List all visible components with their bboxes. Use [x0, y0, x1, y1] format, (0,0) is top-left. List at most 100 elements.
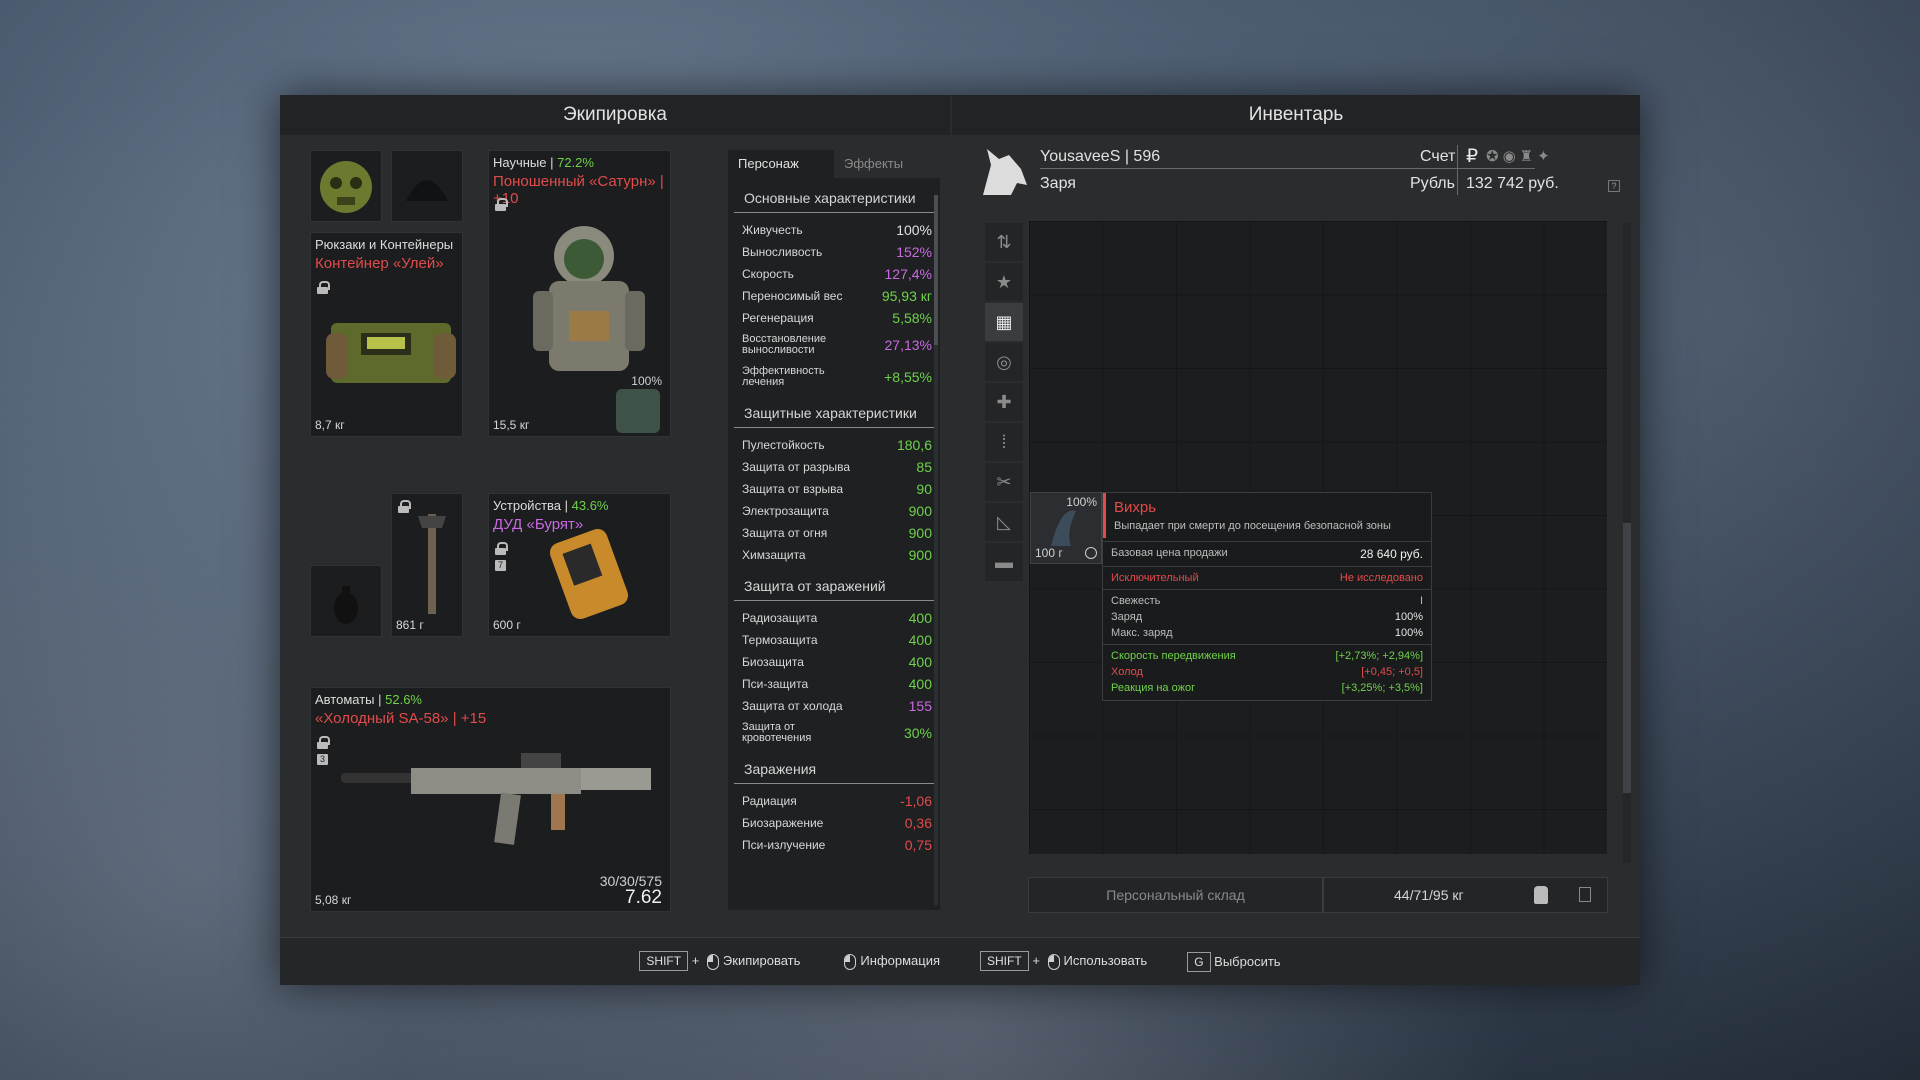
stat-value: -1,06 [900, 793, 932, 809]
tooltip-rarity: Исключительный [1111, 572, 1199, 584]
rifle-caliber: 7.62 [625, 887, 662, 908]
ruble-icon[interactable]: ₽ [1466, 145, 1478, 168]
tooltip-charge-row: Заряд 100% [1103, 609, 1431, 625]
inventory-window: Экипировка Инвентарь Рюкзаки и Контейнер… [280, 95, 1640, 985]
artifact-icon[interactable]: ◎ [985, 343, 1023, 381]
player-faction: Заря [1040, 175, 1076, 192]
stat-label: Скорость [742, 267, 794, 281]
stat-label: Радиация [742, 794, 797, 808]
stat-label: Биозащита [742, 655, 804, 669]
lock-icon [495, 198, 508, 211]
face-slot[interactable] [310, 150, 382, 222]
stat-row: Пулестойкость 180,6 [728, 434, 940, 456]
medkit-icon[interactable]: ✚ [985, 383, 1023, 421]
tab-character[interactable]: Персонаж [728, 150, 834, 178]
tooltip-description: Выпадает при смерти до посещения безопас… [1114, 520, 1391, 532]
lock-icon [317, 281, 330, 294]
detector-icon [549, 528, 629, 620]
plus-sign: + [1032, 953, 1040, 969]
stat-value: 900 [908, 503, 932, 519]
currency-icons[interactable]: ✪◉♜✦ [1486, 147, 1554, 165]
tools-icon[interactable]: ✂ [985, 463, 1023, 501]
divider [1457, 145, 1458, 195]
stat-row: Биозащита 400 [728, 651, 940, 673]
currency-label: Рубль [1410, 175, 1455, 192]
backpack-weight: 8,7 кг [315, 418, 345, 432]
inventory-scrollbar[interactable] [1623, 223, 1631, 863]
materials-icon[interactable]: ◺ [985, 503, 1023, 541]
melee-weight: 861 г [396, 618, 424, 632]
helmet-icon [406, 180, 448, 201]
item-durability: 100% [1066, 495, 1097, 509]
shift-key: SHIFT [980, 951, 1029, 972]
stat-row: Радиация -1,06 [728, 790, 940, 812]
armor-module-icon [616, 389, 660, 433]
stat-label: Защита от холода [742, 699, 843, 713]
tooltip-effect-label: Скорость передвижения [1111, 650, 1236, 662]
rifle-category: Автоматы [315, 692, 375, 707]
grenade-icon [334, 586, 358, 624]
tooltip-charge-label: Заряд [1111, 611, 1143, 623]
hint-info: Информация [840, 953, 940, 970]
mouse-left-icon [706, 953, 719, 970]
armor-name: Поношенный «Сатурн» | +10 [493, 173, 664, 207]
rifle-name: «Холодный SA-58» | +15 [315, 710, 487, 727]
sort-icon[interactable]: ⇅ [985, 223, 1023, 261]
stat-row: Регенерация 5,58% [728, 307, 940, 329]
account-label: Счет [1420, 148, 1456, 165]
stat-row: Живучесть 100% [728, 219, 940, 241]
help-icon[interactable]: ? [1608, 180, 1620, 192]
stats-scrollbar[interactable] [934, 195, 938, 905]
stat-label: Выносливость [742, 245, 823, 259]
armor-category-line: Научные | 72.2% [493, 155, 594, 170]
tab-effects[interactable]: Эффекты [834, 150, 940, 178]
rifle-weight: 5,08 кг [315, 893, 352, 907]
inventory-header: Инвентарь [952, 95, 1640, 135]
inventory-weight: 44/71/95 кг [1394, 887, 1464, 903]
stat-value: 400 [908, 632, 932, 648]
mouse-right-icon [1047, 953, 1060, 970]
melee-slot[interactable]: 861 г [391, 493, 463, 637]
hint-equip: SHIFT + Экипировать [639, 951, 800, 972]
stat-value: 90 [916, 481, 932, 497]
stat-value: 400 [908, 610, 932, 626]
tooltip-max-charge-label: Макс. заряд [1111, 627, 1173, 639]
trash-icon[interactable] [1579, 887, 1591, 902]
rifle-slot-number: 3 [317, 754, 328, 765]
stat-label: Защита от взрыва [742, 482, 844, 496]
mouse-icon [844, 953, 857, 970]
stat-value: 0,75 [904, 837, 932, 853]
stat-row: Пси-защита 400 [728, 673, 940, 695]
mask-icon [320, 161, 372, 213]
g-key: G [1187, 952, 1211, 972]
clock-icon [1085, 547, 1097, 559]
tooltip-research: Не исследовано [1339, 572, 1423, 584]
stat-row: Переносимый вес 95,93 кг [728, 285, 940, 307]
stat-row: Защита от взрыва 90 [728, 478, 940, 500]
favorites-icon[interactable]: ★ [985, 263, 1023, 301]
helmet-slot[interactable] [391, 150, 463, 222]
tooltip-effect-value: [+2,73%; +2,94%] [1335, 650, 1423, 662]
stat-row: Биозаражение 0,36 [728, 812, 940, 834]
stat-section-title: Заражения [734, 749, 934, 784]
grid-icon[interactable]: ▦ [985, 303, 1023, 341]
tooltip-effect-row: Реакция на ожог [+3,25%; +3,5%] [1103, 680, 1431, 696]
rifle-category-line: Автоматы | 52.6% [315, 692, 422, 707]
ammo-icon[interactable]: ⁞ [985, 423, 1023, 461]
hint-drop-label: Выбросить [1214, 954, 1281, 969]
armor-slot[interactable]: Научные | 72.2% Поношенный «Сатурн» | +1… [488, 150, 671, 437]
rifle-slot[interactable]: Автоматы | 52.6% «Холодный SA-58» | +15 … [310, 687, 671, 912]
stat-value: 127,4% [884, 266, 932, 282]
device-slot[interactable]: Устройства | 43.6% ДУД «Бурят» 7 600 г [488, 493, 671, 637]
stat-label: Переносимый вес [742, 289, 843, 303]
backpack-slot[interactable]: Рюкзаки и Контейнеры Контейнер «Улей» 8,… [310, 232, 463, 437]
personal-storage-button[interactable]: Персональный склад [1028, 877, 1323, 913]
stat-row: Защита от разрыва 85 [728, 456, 940, 478]
stat-label: Живучесть [742, 223, 803, 237]
rifle-icon [341, 753, 651, 845]
stat-row: Защита от холода 155 [728, 695, 940, 717]
storage-icon[interactable]: ▬ [985, 543, 1023, 581]
grenade-slot[interactable] [310, 565, 382, 637]
device-weight: 600 г [493, 618, 521, 632]
inventory-item[interactable]: 100% 100 г [1030, 492, 1102, 564]
